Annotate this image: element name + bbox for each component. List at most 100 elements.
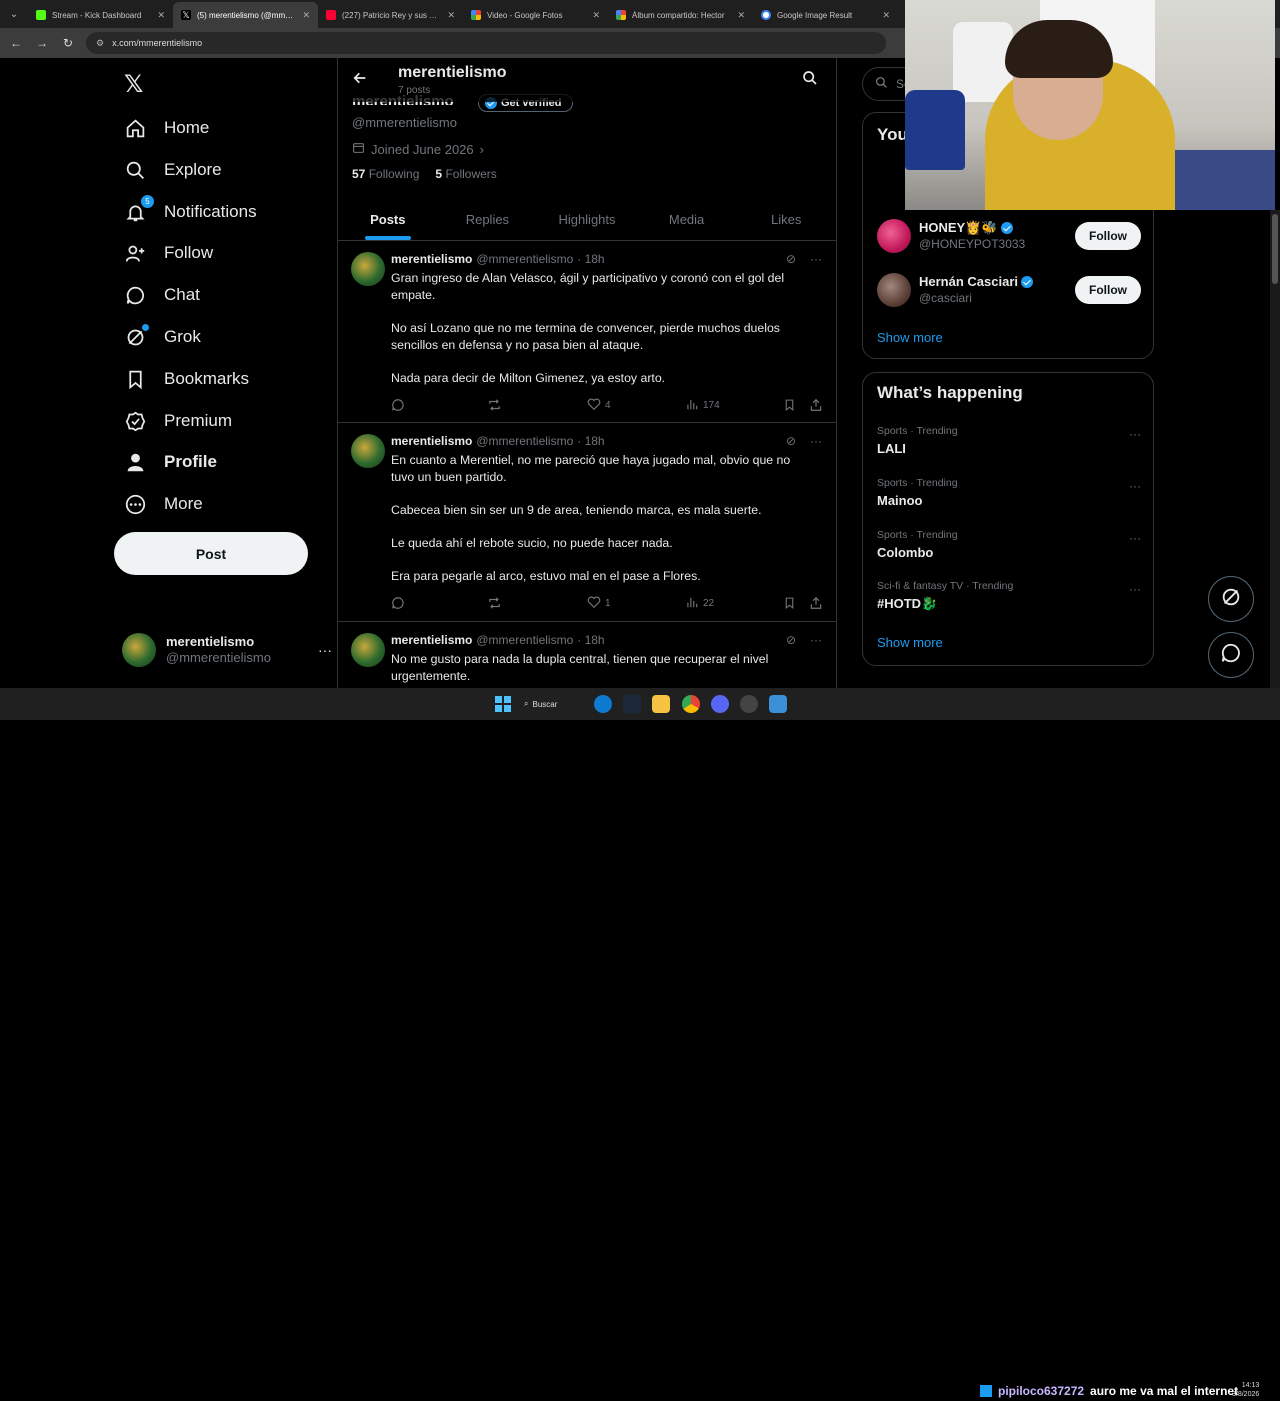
close-icon[interactable]: ✕ <box>737 10 745 21</box>
back-icon[interactable]: ← <box>8 36 24 50</box>
tab-replies[interactable]: Replies <box>438 198 538 240</box>
avatar[interactable] <box>351 252 385 286</box>
nav-premium[interactable]: Premium <box>124 401 232 441</box>
suggestion-row[interactable]: Hernán Casciari @casciari Follow <box>877 271 1141 309</box>
browser-tab[interactable]: Álbum compartido: Hector ✕ <box>608 2 753 28</box>
post-card[interactable]: merentielismo @mmerentielismo · 18h ⊘ ··… <box>338 623 836 688</box>
tab-search-button[interactable]: ⌄ <box>0 0 28 28</box>
followers-link[interactable]: 5 Followers <box>435 167 496 181</box>
close-icon[interactable]: ✕ <box>592 10 600 21</box>
close-icon[interactable]: ✕ <box>302 10 310 21</box>
nav-home[interactable]: Home <box>124 108 209 148</box>
grok-icon[interactable]: ⊘ <box>786 633 796 647</box>
share-icon[interactable] <box>809 398 823 412</box>
tab-media[interactable]: Media <box>637 198 737 240</box>
scrollbar-thumb[interactable] <box>1272 214 1278 284</box>
show-more-link[interactable]: Show more <box>877 635 943 650</box>
chat-floating-button[interactable] <box>1208 632 1254 678</box>
discord-icon[interactable] <box>711 695 729 713</box>
like-button[interactable]: 4 <box>587 397 611 414</box>
edge-icon[interactable] <box>594 695 612 713</box>
more-dots-icon[interactable]: ··· <box>810 633 822 647</box>
back-arrow-icon[interactable] <box>352 70 368 91</box>
trend-item[interactable]: Sports · Trending Colombo ··· <box>877 529 1141 560</box>
repost-icon[interactable] <box>487 596 502 610</box>
more-dots-icon[interactable]: ··· <box>810 252 822 266</box>
nav-grok[interactable]: Grok <box>124 317 201 357</box>
reload-icon[interactable]: ↻ <box>60 36 76 50</box>
share-icon[interactable] <box>809 596 823 610</box>
site-info-icon[interactable]: ⚙ <box>96 38 104 49</box>
browser-tab-active[interactable]: 𝕏 (5) merentielismo (@mmerentielismo) ✕ <box>173 2 318 28</box>
more-dots-icon[interactable]: ··· <box>1129 582 1141 596</box>
bookmark-icon[interactable] <box>783 596 796 610</box>
following-link[interactable]: 57 Following <box>352 167 419 181</box>
reply-icon[interactable] <box>391 596 405 610</box>
trend-item[interactable]: Sports · Trending Mainoo ··· <box>877 477 1141 508</box>
tab-posts[interactable]: Posts <box>338 198 438 240</box>
taskbar-search[interactable]: ⌕ Buscar <box>524 696 578 712</box>
reply-icon[interactable] <box>391 398 405 412</box>
grok-icon[interactable]: ⊘ <box>786 252 796 266</box>
more-dots-icon[interactable]: ··· <box>1129 427 1141 441</box>
like-button[interactable]: 1 <box>587 595 611 612</box>
grok-icon[interactable]: ⊘ <box>786 434 796 448</box>
grok-floating-button[interactable] <box>1208 576 1254 622</box>
x-logo-icon[interactable]: 𝕏 <box>124 70 143 99</box>
avatar[interactable] <box>351 434 385 468</box>
post-author-name[interactable]: merentielismo <box>391 633 472 647</box>
account-switcher[interactable]: merentielismo @mmerentielismo ··· <box>122 630 332 670</box>
browser-tab[interactable]: Video - Google Fotos ✕ <box>463 2 608 28</box>
nav-profile[interactable]: Profile <box>124 442 217 482</box>
joined-date[interactable]: Joined June 2026 › <box>352 141 484 157</box>
system-clock[interactable]: 14:13 3/8/2026 <box>1232 1381 1259 1399</box>
post-card[interactable]: merentielismo @mmerentielismo · 18h ⊘ ··… <box>338 424 836 622</box>
follow-button[interactable]: Follow <box>1075 276 1141 304</box>
more-dots-icon[interactable]: ··· <box>1129 531 1141 545</box>
more-dots-icon[interactable]: ··· <box>1129 479 1141 493</box>
suggestion-row[interactable]: HONEY👸🐝 @HONEYPOT3033 Follow <box>877 217 1141 255</box>
nav-follow[interactable]: Follow <box>124 233 213 273</box>
page-scrollbar[interactable] <box>1270 210 1280 688</box>
trend-meta: Sports · Trending <box>877 425 958 437</box>
nav-notifications[interactable]: 5 Notifications <box>124 192 257 232</box>
tab-likes[interactable]: Likes <box>736 198 836 240</box>
search-icon[interactable] <box>802 70 818 91</box>
post-button[interactable]: Post <box>114 532 308 575</box>
profile-timeline: merentielismo Get verified merentielismo… <box>337 58 837 688</box>
windows-start-icon[interactable] <box>494 695 512 713</box>
notepad-icon[interactable] <box>769 695 787 713</box>
views-button[interactable]: 22 <box>685 595 714 612</box>
repost-icon[interactable] <box>487 398 502 412</box>
browser-tab[interactable]: Google Image Result ✕ <box>753 2 898 28</box>
more-dots-icon[interactable]: ··· <box>810 434 822 448</box>
trend-item[interactable]: Sci-fi & fantasy TV · Trending #HOTD🐉 ··… <box>877 580 1141 612</box>
nav-explore[interactable]: Explore <box>124 150 222 190</box>
trend-item[interactable]: Sports · Trending LALI ··· <box>877 425 1141 456</box>
follow-button[interactable]: Follow <box>1075 222 1141 250</box>
post-card[interactable]: merentielismo @mmerentielismo · 18h ⊘ ··… <box>338 242 836 423</box>
followers-label: Followers <box>445 167 497 181</box>
close-icon[interactable]: ✕ <box>157 10 165 21</box>
obs-icon[interactable] <box>740 695 758 713</box>
close-icon[interactable]: ✕ <box>882 10 890 21</box>
tab-highlights[interactable]: Highlights <box>537 198 637 240</box>
views-button[interactable]: 174 <box>685 397 720 414</box>
url-field[interactable]: ⚙ x.com/mmerentielismo <box>86 32 886 54</box>
show-more-link[interactable]: Show more <box>877 330 943 345</box>
steam-icon[interactable] <box>623 695 641 713</box>
close-icon[interactable]: ✕ <box>447 10 455 21</box>
more-dots-icon[interactable]: ··· <box>318 642 332 658</box>
nav-more[interactable]: More <box>124 484 203 524</box>
avatar[interactable] <box>351 633 385 667</box>
forward-icon[interactable]: → <box>34 36 50 50</box>
post-author-name[interactable]: merentielismo <box>391 434 472 448</box>
file-explorer-icon[interactable] <box>652 695 670 713</box>
bookmark-icon[interactable] <box>783 398 796 412</box>
browser-tab[interactable]: (227) Patricio Rey y sus Redondos ✕ <box>318 2 463 28</box>
nav-chat[interactable]: Chat <box>124 275 200 315</box>
chrome-icon[interactable] <box>682 695 700 713</box>
post-author-name[interactable]: merentielismo <box>391 252 472 266</box>
nav-bookmarks[interactable]: Bookmarks <box>124 359 249 399</box>
browser-tab[interactable]: Stream - Kick Dashboard ✕ <box>28 2 173 28</box>
